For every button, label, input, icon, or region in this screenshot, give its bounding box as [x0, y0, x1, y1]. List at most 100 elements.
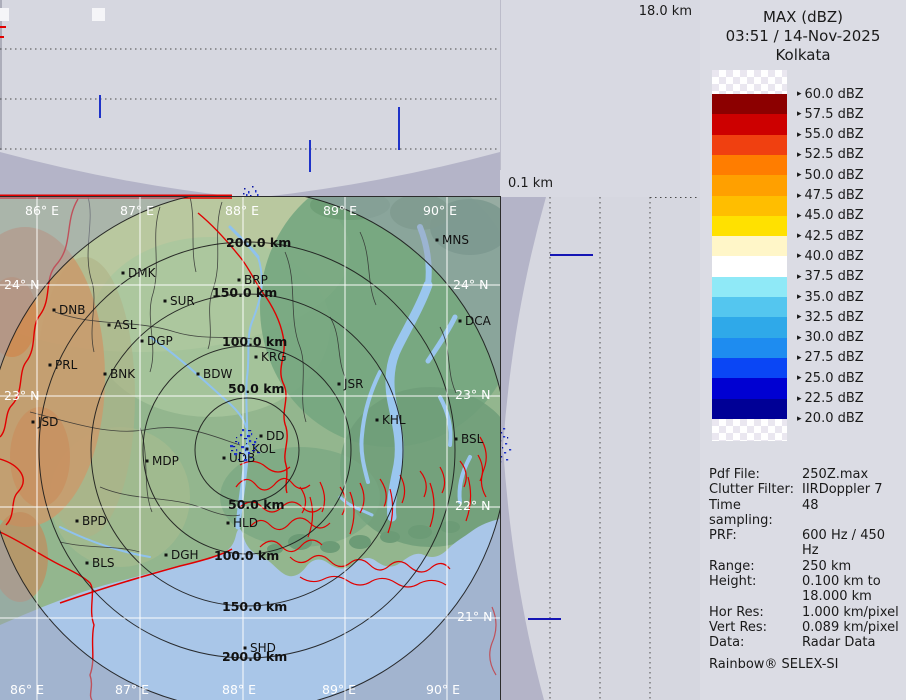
level-arrow-icon: ▸ — [797, 350, 802, 366]
legend-level-label: ▸35.0 dBZ — [797, 289, 864, 305]
metadata-row: Hor Res:1.000 km/pixel — [709, 605, 904, 620]
product-title: MAX (dBZ) — [700, 8, 906, 27]
legend-level-label: ▸42.5 dBZ — [797, 228, 864, 244]
legend-level-label: ▸37.5 dBZ — [797, 269, 864, 285]
legend-level-label: ▸30.0 dBZ — [797, 330, 864, 346]
svg-text:PRL: PRL — [55, 358, 78, 372]
height-max-label: 18.0 km — [639, 4, 692, 19]
swatch-below-min — [712, 419, 787, 441]
svg-text:DMK: DMK — [128, 266, 157, 280]
swatch-27.5-dBZ — [712, 358, 787, 379]
svg-text:HLD: HLD — [233, 516, 258, 530]
svg-text:86° E: 86° E — [25, 203, 59, 218]
svg-text:KHL: KHL — [382, 413, 406, 427]
svg-text:BPD: BPD — [82, 514, 107, 528]
swatch-above-max — [712, 70, 787, 94]
svg-text:100.0 km: 100.0 km — [222, 334, 287, 349]
svg-text:DGH: DGH — [171, 548, 199, 562]
svg-text:BLS: BLS — [92, 556, 115, 570]
height-axis-corner: 18.0 km 0.1 km — [500, 0, 706, 197]
svg-text:100.0 km: 100.0 km — [214, 548, 279, 563]
svg-text:KRG: KRG — [261, 350, 287, 364]
software-brand: Rainbow® SELEX-SI — [709, 657, 904, 672]
legend-level-label: ▸45.0 dBZ — [797, 208, 864, 224]
level-arrow-icon: ▸ — [797, 370, 802, 386]
level-arrow-icon: ▸ — [797, 411, 802, 427]
svg-text:MNS: MNS — [442, 233, 469, 247]
legend-panel: MAX (dBZ) 03:51 / 14-Nov-2025 Kolkata ▸6… — [700, 0, 906, 700]
svg-text:86° E: 86° E — [10, 682, 44, 697]
level-arrow-icon: ▸ — [797, 106, 802, 122]
swatch-30.0-dBZ — [712, 338, 787, 359]
legend-level-label: ▸20.0 dBZ — [797, 411, 864, 427]
svg-text:SHD: SHD — [250, 641, 276, 655]
svg-text:89° E: 89° E — [322, 682, 356, 697]
svg-text:BDW: BDW — [203, 367, 232, 381]
product-timestamp: 03:51 / 14-Nov-2025 — [700, 27, 906, 46]
level-arrow-icon: ▸ — [797, 147, 802, 163]
svg-text:DNB: DNB — [59, 303, 85, 317]
swatch-45.0-dBZ — [712, 216, 787, 237]
svg-text:22° N: 22° N — [455, 498, 490, 513]
level-arrow-icon: ▸ — [797, 86, 802, 102]
legend-level-label: ▸50.0 dBZ — [797, 167, 864, 183]
level-arrow-icon: ▸ — [797, 248, 802, 264]
level-arrow-icon: ▸ — [797, 269, 802, 285]
radar-site-name: Kolkata — [700, 46, 906, 65]
svg-text:50.0 km: 50.0 km — [228, 381, 285, 396]
swatch-25.0-dBZ — [712, 378, 787, 399]
legend-level-label: ▸40.0 dBZ — [797, 248, 864, 264]
level-arrow-icon: ▸ — [797, 127, 802, 143]
metadata-row: Range:250 km — [709, 559, 904, 574]
swatch-50.0-dBZ — [712, 175, 787, 196]
swatch-37.5-dBZ — [712, 277, 787, 298]
metadata-row: 18.000 km — [709, 589, 904, 604]
legend-level-label: ▸57.5 dBZ — [797, 106, 864, 122]
level-arrow-icon: ▸ — [797, 188, 802, 204]
svg-text:BSL: BSL — [461, 432, 484, 446]
svg-text:88° E: 88° E — [225, 203, 259, 218]
swatch-47.5-dBZ — [712, 196, 787, 217]
svg-text:24° N: 24° N — [4, 277, 39, 292]
svg-text:90° E: 90° E — [423, 203, 457, 218]
svg-text:BRP: BRP — [244, 273, 268, 287]
svg-text:DCA: DCA — [465, 314, 492, 328]
svg-text:87° E: 87° E — [115, 682, 149, 697]
svg-text:87° E: 87° E — [120, 203, 154, 218]
metadata-row: Clutter Filter:IIRDoppler 7 — [709, 482, 904, 497]
swatch-35.0-dBZ — [712, 297, 787, 318]
metadata-row: Vert Res:0.089 km/pixel — [709, 620, 904, 635]
svg-text:150.0 km: 150.0 km — [212, 285, 277, 300]
color-scale: ▸60.0 dBZ ▸57.5 dBZ ▸55.0 dBZ ▸52.5 dBZ ▸50.… — [712, 70, 902, 441]
svg-text:SUR: SUR — [170, 294, 195, 308]
svg-text:90° E: 90° E — [426, 682, 460, 697]
height-min-label: 0.1 km — [508, 176, 553, 191]
legend-level-label: ▸32.5 dBZ — [797, 309, 864, 325]
metadata-row: Data:Radar Data — [709, 635, 904, 650]
swatch-52.5-dBZ — [712, 155, 787, 176]
svg-text:23° N: 23° N — [4, 388, 39, 403]
metadata-row: Time sampling:48 — [709, 498, 904, 529]
level-arrow-icon: ▸ — [797, 330, 802, 346]
svg-text:89° E: 89° E — [323, 203, 357, 218]
legend-level-label: ▸60.0 dBZ — [797, 86, 864, 102]
legend-level-label: ▸25.0 dBZ — [797, 370, 864, 386]
metadata-row: PRF:600 Hz / 450 Hz — [709, 528, 904, 559]
legend-level-label: ▸55.0 dBZ — [797, 127, 864, 143]
swatch-57.5-dBZ — [712, 114, 787, 135]
svg-text:24° N: 24° N — [453, 277, 488, 292]
svg-text:21° N: 21° N — [457, 609, 492, 624]
svg-text:150.0 km: 150.0 km — [222, 599, 287, 614]
top-height-profile-panel — [0, 0, 500, 197]
svg-text:DD: DD — [266, 429, 284, 443]
right-height-profile-panel — [500, 197, 706, 700]
radar-map-viewport[interactable]: 86° E87° E88° E89° E90° E86° E87° E88° E… — [0, 197, 500, 700]
swatch-40.0-dBZ — [712, 256, 787, 277]
level-arrow-icon: ▸ — [797, 167, 802, 183]
legend-level-label: ▸27.5 dBZ — [797, 350, 864, 366]
legend-level-label: ▸52.5 dBZ — [797, 147, 864, 163]
product-metadata: Pdf File:250Z.maxClutter Filter:IIRDoppl… — [709, 467, 904, 672]
legend-level-label: ▸47.5 dBZ — [797, 188, 864, 204]
svg-text:MDP: MDP — [152, 454, 179, 468]
legend-level-label: ▸22.5 dBZ — [797, 391, 864, 407]
